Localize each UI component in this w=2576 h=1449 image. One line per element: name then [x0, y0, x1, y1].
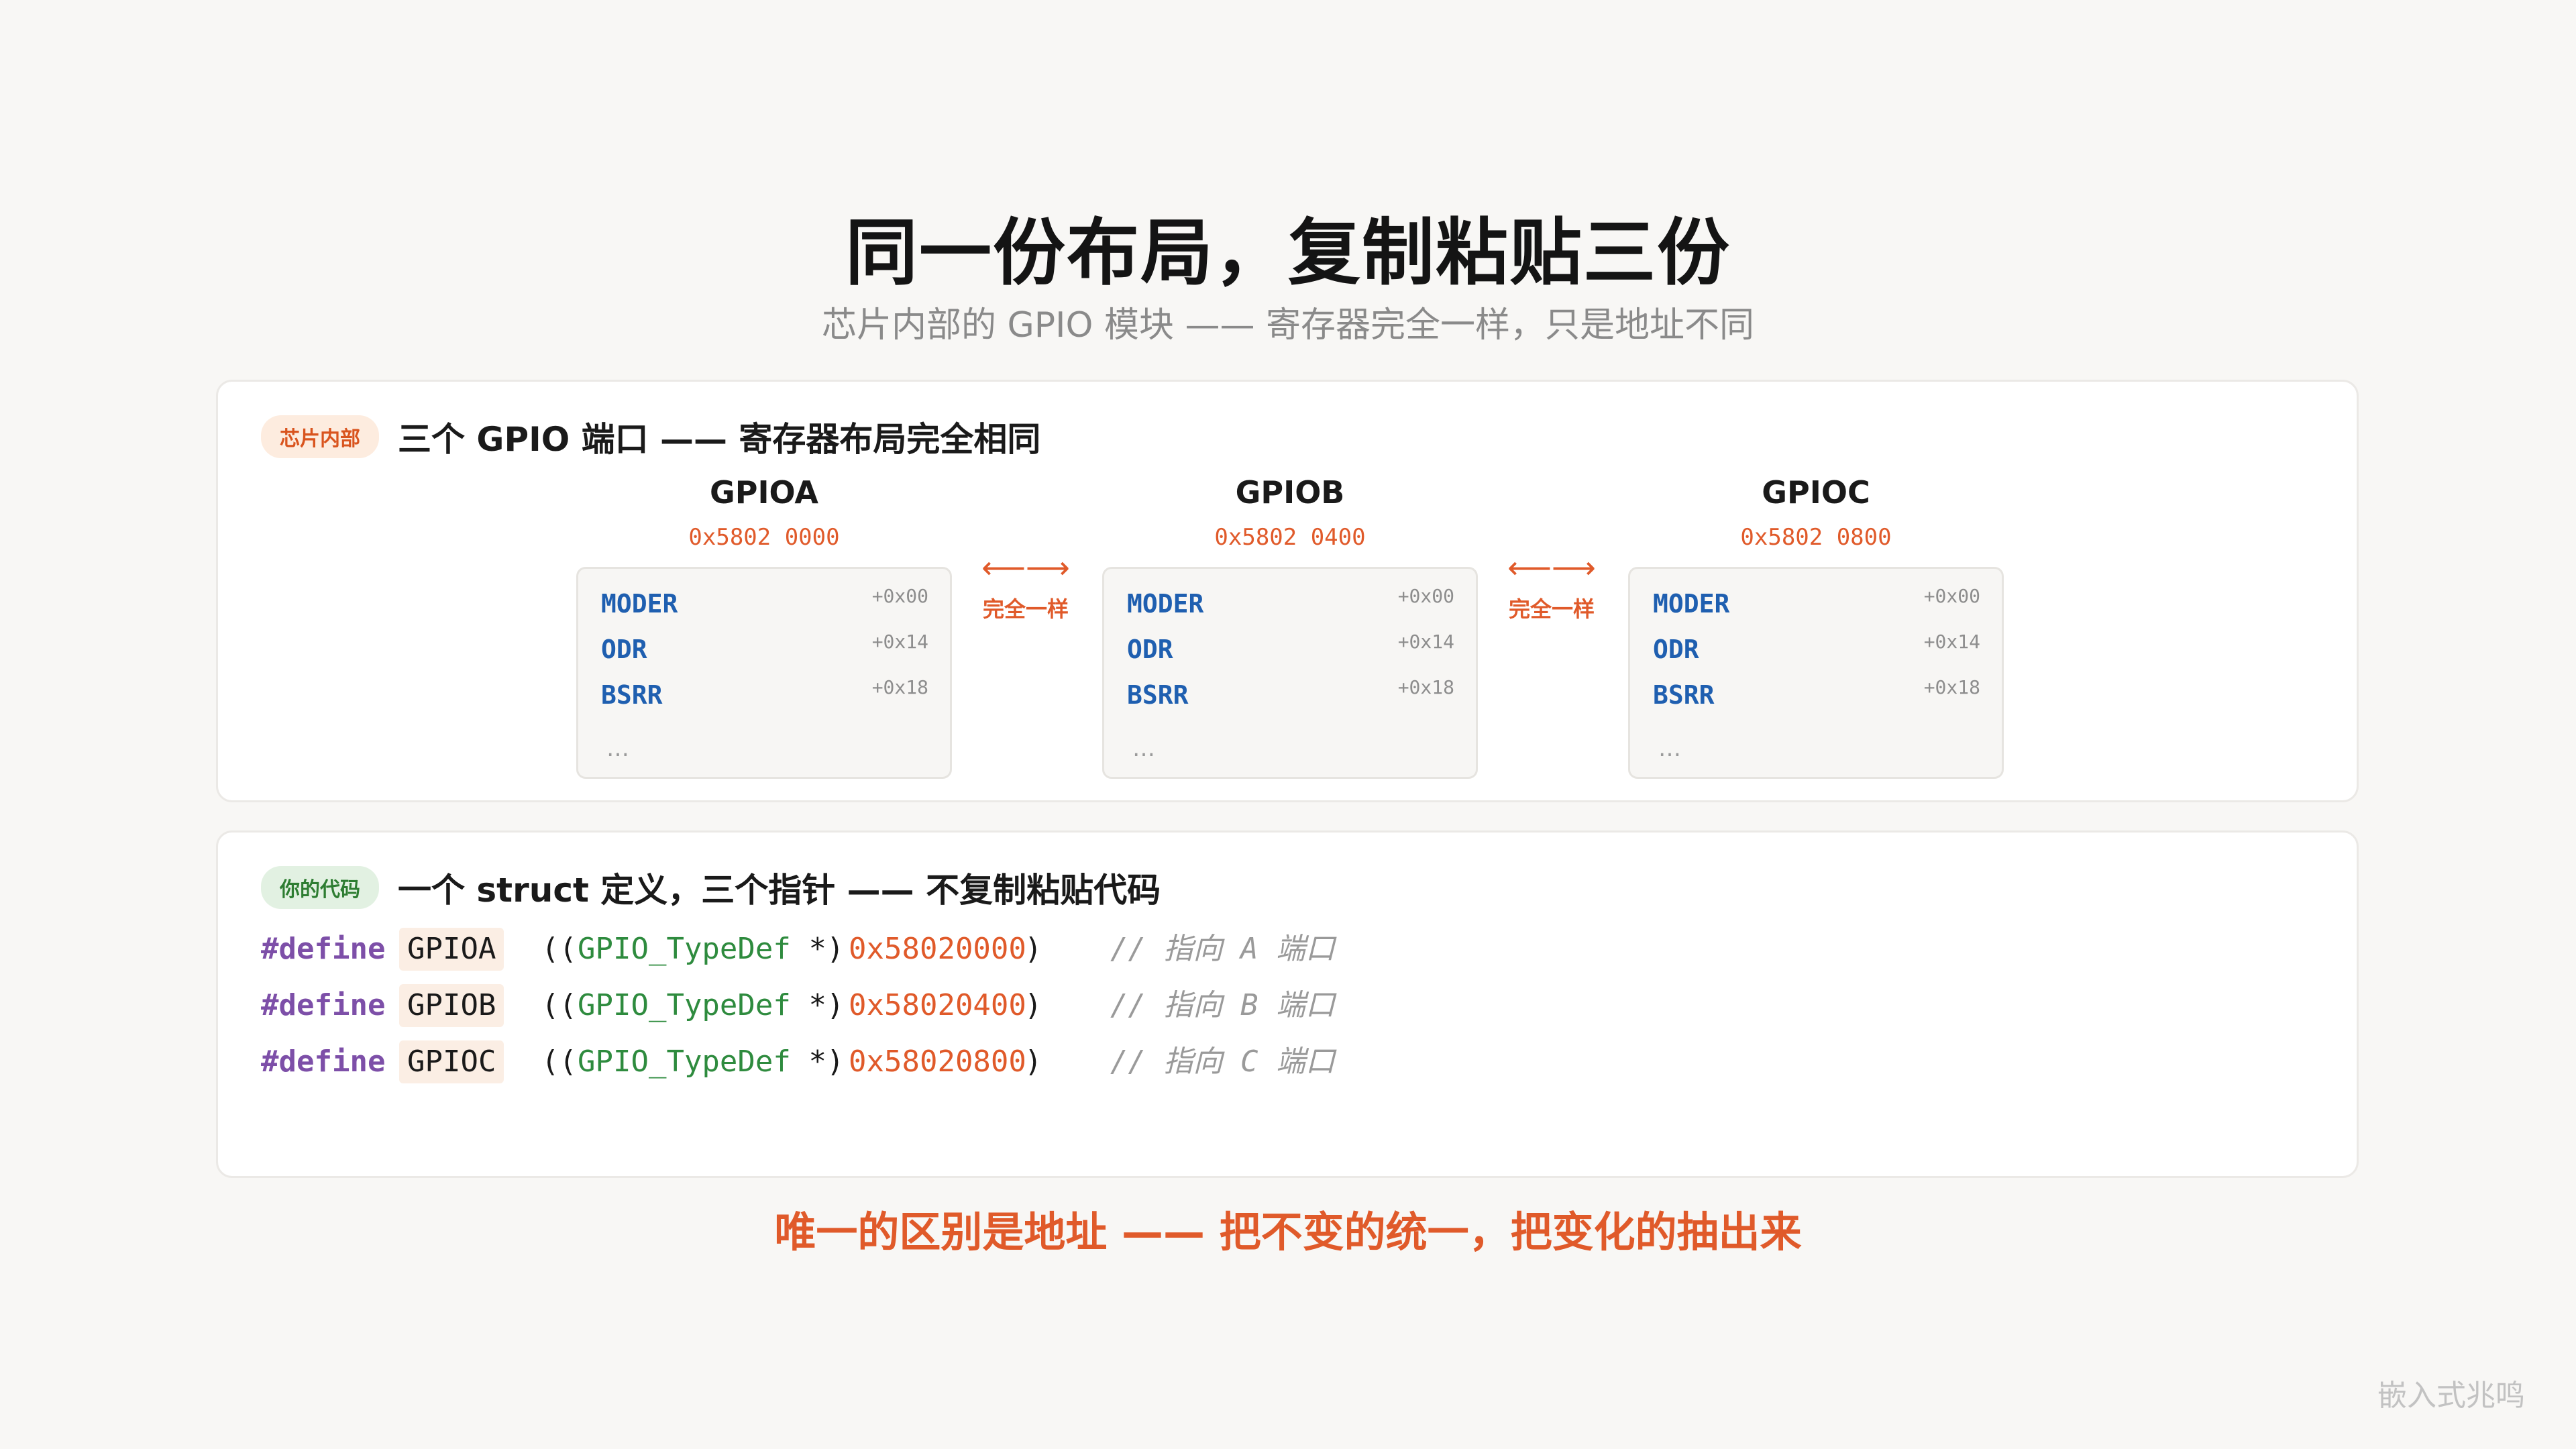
register-offset: +0x14 [1923, 631, 1980, 653]
register-offset: +0x18 [871, 676, 928, 698]
register-name: MODER [601, 589, 678, 619]
port-gpioc: GPIOC 0x5802 0800 MODER +0x00 ODR +0x14 … [1628, 474, 2004, 779]
code-comment: // 指向 B 端口 [1110, 988, 1335, 1022]
register-name: BSRR [1653, 680, 1715, 710]
register-box: MODER +0x00 ODR +0x14 BSRR +0x18 … [1628, 567, 2004, 779]
chip-card-header: 芯片内部 三个 GPIO 端口 —— 寄存器布局完全相同 [261, 413, 1040, 461]
port-name: GPIOB [1235, 474, 1345, 511]
port-gpioa: GPIOA 0x5802 0000 MODER +0x00 ODR +0x14 … [576, 474, 952, 779]
port-address: 0x5802 0000 [688, 524, 840, 551]
close-paren: ) [1024, 1044, 1042, 1079]
code-card-header: 你的代码 一个 struct 定义，三个指针 —— 不复制粘贴代码 [261, 863, 1161, 912]
same-connector: ⟵⟶ 完全一样 [1491, 552, 1612, 623]
register-offset: +0x18 [1397, 676, 1454, 698]
register-name: BSRR [1127, 680, 1189, 710]
open-paren: (( [541, 988, 577, 1022]
type-name: GPIO_TypeDef [578, 988, 791, 1022]
register-name: ODR [1127, 635, 1173, 664]
your-code-card: 你的代码 一个 struct 定义，三个指针 —— 不复制粘贴代码 #defin… [216, 830, 2359, 1178]
type-name: GPIO_TypeDef [578, 932, 791, 966]
register-offset: +0x00 [1397, 585, 1454, 607]
code-comment: // 指向 A 端口 [1110, 932, 1335, 966]
register-box: MODER +0x00 ODR +0x14 BSRR +0x18 … [576, 567, 952, 779]
register-offset: +0x14 [1397, 631, 1454, 653]
same-label: 完全一样 [982, 596, 1069, 622]
define-keyword: #define [261, 1044, 386, 1079]
close-paren: ) [1024, 988, 1042, 1022]
close-paren: ) [1024, 932, 1042, 966]
register-row: ODR +0x14 [1127, 621, 1454, 664]
register-box: MODER +0x00 ODR +0x14 BSRR +0x18 … [1102, 567, 1478, 779]
register-row: BSRR +0x18 [1653, 667, 1980, 710]
register-offset: +0x00 [871, 585, 928, 607]
open-paren: (( [541, 1044, 577, 1079]
open-paren: (( [541, 932, 577, 966]
double-arrow-icon: ⟵⟶ [981, 549, 1070, 586]
register-row: MODER +0x00 [1653, 576, 1980, 619]
register-ellipsis: … [1658, 735, 1684, 762]
code-heading: 一个 struct 定义，三个指针 —— 不复制粘贴代码 [398, 871, 1161, 910]
pointer-cast: *) [791, 1044, 845, 1079]
page-title: 同一份布局，复制粘贴三份 [845, 211, 1731, 295]
define-keyword: #define [261, 932, 386, 966]
register-name: ODR [601, 635, 647, 664]
code-line-gpiob: #define GPIOB (( GPIO_TypeDef *) 0x58020… [261, 984, 1335, 1031]
watermark: 嵌入式兆鸣 [2377, 1379, 2525, 1413]
register-offset: +0x00 [1923, 585, 1980, 607]
port-address: 0x5802 0800 [1740, 524, 1892, 551]
register-row: BSRR +0x18 [1127, 667, 1454, 710]
register-row: MODER +0x00 [1127, 576, 1454, 619]
register-name: BSRR [601, 680, 663, 710]
register-name: MODER [1653, 589, 1730, 619]
code-tag: 你的代码 [261, 866, 379, 909]
port-name: GPIOC [1762, 474, 1870, 511]
register-row: ODR +0x14 [601, 621, 928, 664]
pointer-cast: *) [791, 988, 845, 1022]
port-address: 0x5802 0400 [1214, 524, 1366, 551]
register-row: BSRR +0x18 [601, 667, 928, 710]
address-value: 0x58020800 [849, 1044, 1026, 1079]
register-offset: +0x18 [1923, 676, 1980, 698]
code-line-gpioc: #define GPIOC (( GPIO_TypeDef *) 0x58020… [261, 1040, 1335, 1087]
conclusion-text: 唯一的区别是地址 —— 把不变的统一，把变化的抽出来 [774, 1208, 1802, 1256]
macro-name: GPIOA [399, 928, 504, 971]
define-keyword: #define [261, 988, 386, 1022]
register-row: MODER +0x00 [601, 576, 928, 619]
register-name: MODER [1127, 589, 1204, 619]
page-subtitle: 芯片内部的 GPIO 模块 —— 寄存器完全一样，只是地址不同 [821, 305, 1755, 345]
chip-internal-card: 芯片内部 三个 GPIO 端口 —— 寄存器布局完全相同 GPIOA 0x580… [216, 380, 2359, 802]
code-line-gpioa: #define GPIOA (( GPIO_TypeDef *) 0x58020… [261, 928, 1335, 975]
register-ellipsis: … [606, 735, 632, 762]
register-name: ODR [1653, 635, 1699, 664]
register-row: ODR +0x14 [1653, 621, 1980, 664]
macro-name: GPIOB [399, 984, 504, 1027]
double-arrow-icon: ⟵⟶ [1507, 549, 1596, 586]
pointer-cast: *) [791, 932, 845, 966]
register-offset: +0x14 [871, 631, 928, 653]
chip-tag: 芯片内部 [261, 415, 379, 458]
same-label: 完全一样 [1508, 596, 1595, 622]
address-value: 0x58020400 [849, 988, 1026, 1022]
register-ellipsis: … [1132, 735, 1158, 762]
port-name: GPIOA [709, 474, 819, 511]
code-comment: // 指向 C 端口 [1110, 1044, 1335, 1079]
chip-heading: 三个 GPIO 端口 —— 寄存器布局完全相同 [398, 420, 1041, 459]
address-value: 0x58020000 [849, 932, 1026, 966]
type-name: GPIO_TypeDef [578, 1044, 791, 1079]
same-connector: ⟵⟶ 完全一样 [965, 552, 1086, 623]
port-gpiob: GPIOB 0x5802 0400 MODER +0x00 ODR +0x14 … [1102, 474, 1478, 779]
macro-name: GPIOC [399, 1040, 504, 1083]
